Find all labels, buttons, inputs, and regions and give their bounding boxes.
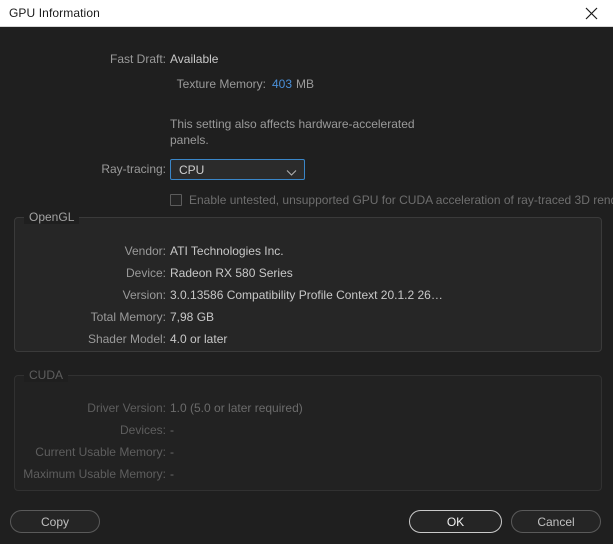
enable-cuda-checkbox-row: Enable untested, unsupported GPU for CUD… <box>170 192 613 208</box>
chevron-down-icon <box>286 166 297 176</box>
opengl-group: OpenGL Vendor: ATI Technologies Inc. Dev… <box>14 210 602 352</box>
opengl-shader-model-value: 4.0 or later <box>170 332 228 346</box>
ray-tracing-dropdown[interactable]: CPU <box>170 159 305 180</box>
ray-tracing-selected-value: CPU <box>179 163 205 177</box>
cuda-driver-version-row: Driver Version: 1.0 (5.0 or later requir… <box>15 401 613 418</box>
opengl-vendor-label: Vendor: <box>124 244 166 258</box>
cuda-current-usable-memory-row: Current Usable Memory: - <box>15 445 613 462</box>
opengl-vendor-value: ATI Technologies Inc. <box>170 244 284 258</box>
cuda-devices-label: Devices: <box>119 423 166 437</box>
opengl-device-value: Radeon RX 580 Series <box>170 266 293 280</box>
ray-tracing-label: Ray-tracing: <box>101 162 166 176</box>
opengl-device-row: Device: Radeon RX 580 Series <box>15 266 613 283</box>
opengl-version-value: 3.0.13586 Compatibility Profile Context … <box>170 288 443 302</box>
opengl-shader-model-label: Shader Model: <box>87 332 166 346</box>
fast-draft-value: Available <box>170 52 219 66</box>
window-title: GPU Information <box>9 6 100 20</box>
texture-memory-row: Texture Memory: 403 MB <box>0 77 613 94</box>
opengl-version-row: Version: 3.0.13586 Compatibility Profile… <box>15 288 613 305</box>
opengl-total-memory-label: Total Memory: <box>90 310 166 324</box>
opengl-total-memory-value: 7,98 GB <box>170 310 215 324</box>
cuda-group: CUDA Driver Version: 1.0 (5.0 or later r… <box>14 368 602 491</box>
enable-cuda-label: Enable untested, unsupported GPU for CUD… <box>189 193 613 207</box>
cuda-maximum-usable-memory-label: Maximum Usable Memory: <box>23 467 166 481</box>
texture-memory-note: This setting also affects hardware-accel… <box>170 117 415 147</box>
opengl-group-title: OpenGL <box>24 210 80 224</box>
cuda-devices-value: - <box>170 423 174 437</box>
title-bar: GPU Information <box>0 0 613 27</box>
close-icon <box>585 7 598 20</box>
opengl-shader-model-row: Shader Model: 4.0 or later <box>15 332 613 349</box>
cuda-devices-row: Devices: - <box>15 423 613 440</box>
cuda-group-title: CUDA <box>24 368 69 382</box>
cuda-driver-version-value: 1.0 (5.0 or later required) <box>170 401 303 415</box>
cuda-driver-version-label: Driver Version: <box>87 401 166 415</box>
dialog-body: Fast Draft: Available Texture Memory: 40… <box>0 27 613 544</box>
opengl-device-label: Device: <box>125 266 166 280</box>
fast-draft-row: Fast Draft: Available <box>0 52 613 69</box>
cuda-current-usable-memory-label: Current Usable Memory: <box>35 445 166 459</box>
texture-memory-label: Texture Memory: <box>176 77 266 91</box>
opengl-total-memory-row: Total Memory: 7,98 GB <box>15 310 613 327</box>
fast-draft-label: Fast Draft: <box>109 52 166 66</box>
opengl-version-label: Version: <box>122 288 166 302</box>
ray-tracing-row: Ray-tracing: <box>0 162 613 179</box>
cancel-button[interactable]: Cancel <box>511 510 601 533</box>
texture-memory-value[interactable]: 403 <box>272 77 292 91</box>
cuda-current-usable-memory-value: - <box>170 445 174 459</box>
cuda-maximum-usable-memory-row: Maximum Usable Memory: - <box>15 467 613 484</box>
copy-button[interactable]: Copy <box>10 510 100 533</box>
close-button[interactable] <box>569 0 613 26</box>
texture-memory-unit: MB <box>296 77 314 91</box>
cuda-maximum-usable-memory-value: - <box>170 467 174 481</box>
enable-cuda-checkbox <box>170 194 182 206</box>
opengl-vendor-row: Vendor: ATI Technologies Inc. <box>15 244 613 261</box>
ok-button[interactable]: OK <box>409 510 502 533</box>
